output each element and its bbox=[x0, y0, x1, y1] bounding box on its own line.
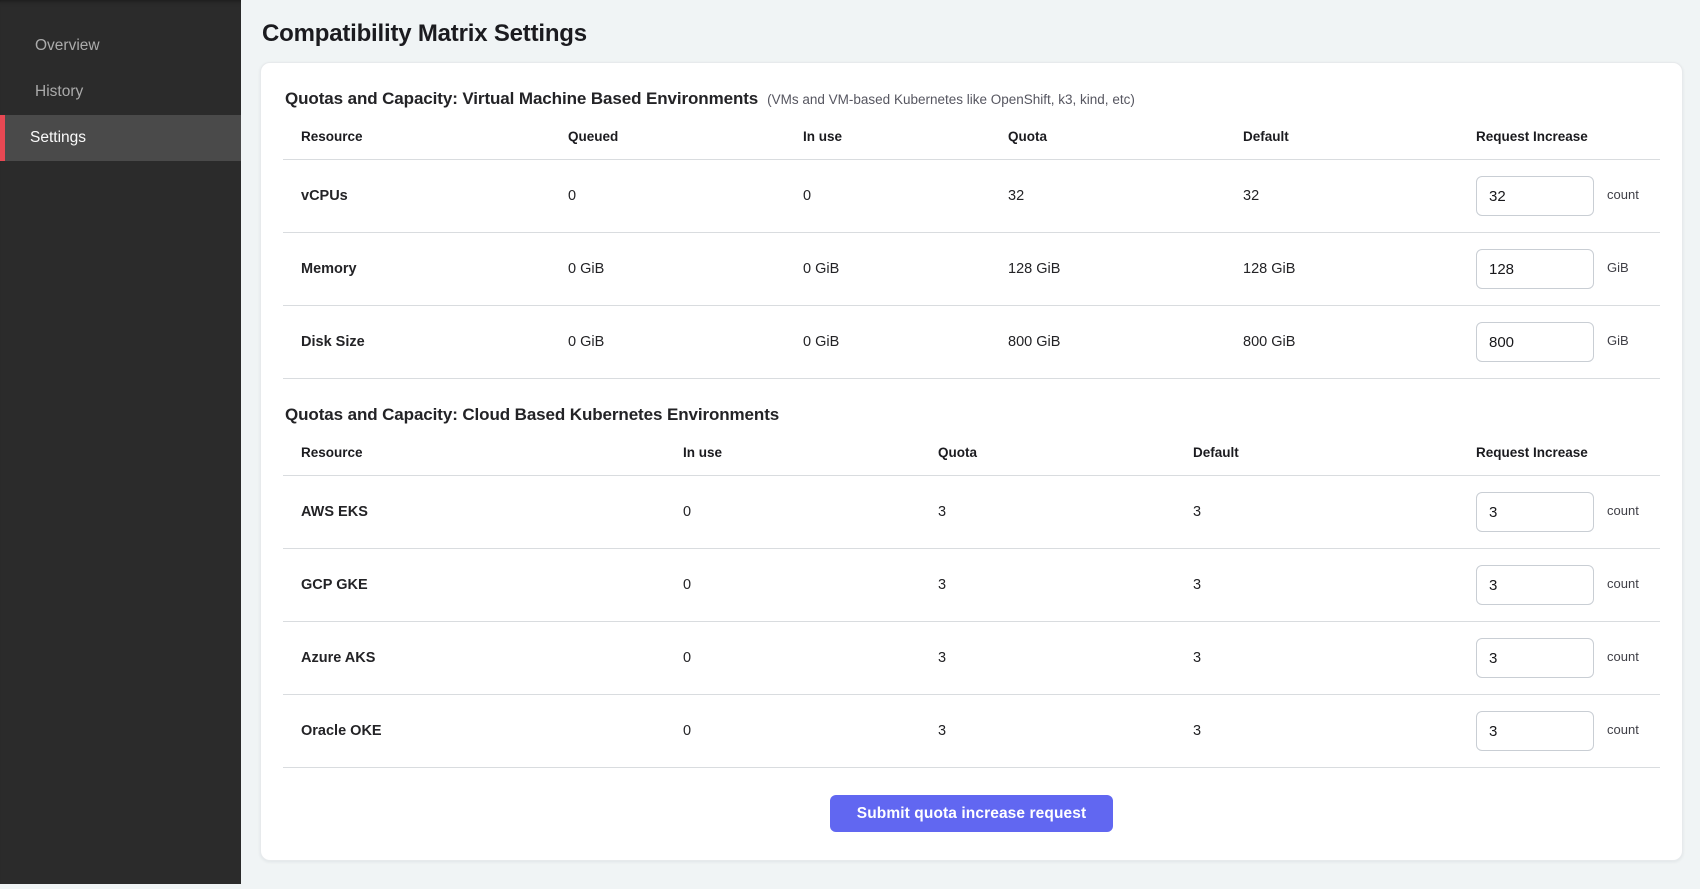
vm-section-title: Quotas and Capacity: Virtual Machine Bas… bbox=[285, 89, 758, 109]
resource-name: vCPUs bbox=[283, 188, 550, 204]
unit-label: count bbox=[1607, 722, 1639, 737]
request-increase-cell: count bbox=[1458, 565, 1660, 605]
table-header-row: Resource Queued In use Quota Default Req… bbox=[283, 123, 1660, 160]
quota-value: 3 bbox=[920, 723, 1175, 739]
unit-label: count bbox=[1607, 187, 1639, 202]
in-use-value: 0 GiB bbox=[785, 334, 990, 350]
request-increase-input-disk-size[interactable] bbox=[1476, 322, 1594, 362]
column-header-request-increase: Request Increase bbox=[1458, 129, 1660, 144]
table-row-memory: Memory 0 GiB 0 GiB 128 GiB 128 GiB GiB bbox=[283, 233, 1660, 306]
quota-value: 800 GiB bbox=[990, 334, 1225, 350]
column-header-request-increase: Request Increase bbox=[1458, 445, 1660, 460]
unit-label: count bbox=[1607, 503, 1639, 518]
column-header-resource: Resource bbox=[283, 129, 550, 144]
column-header-resource: Resource bbox=[283, 445, 665, 460]
resource-name: Disk Size bbox=[283, 334, 550, 350]
table-row-disk-size: Disk Size 0 GiB 0 GiB 800 GiB 800 GiB Gi… bbox=[283, 306, 1660, 379]
cloud-section-heading: Quotas and Capacity: Cloud Based Kuberne… bbox=[285, 405, 1660, 425]
request-increase-input-vcpus[interactable] bbox=[1476, 176, 1594, 216]
request-increase-input-gcp-gke[interactable] bbox=[1476, 565, 1594, 605]
quota-value: 3 bbox=[920, 504, 1175, 520]
resource-name: Oracle OKE bbox=[283, 723, 665, 739]
default-value: 800 GiB bbox=[1225, 334, 1458, 350]
column-header-quota: Quota bbox=[920, 445, 1175, 460]
sidebar-item-history[interactable]: History bbox=[0, 69, 241, 115]
request-increase-cell: count bbox=[1458, 711, 1660, 751]
default-value: 3 bbox=[1175, 723, 1458, 739]
table-row-vcpus: vCPUs 0 0 32 32 count bbox=[283, 160, 1660, 233]
in-use-value: 0 bbox=[665, 577, 920, 593]
table-row-gcp-gke: GCP GKE 0 3 3 count bbox=[283, 549, 1660, 622]
sidebar-item-label: Settings bbox=[30, 129, 86, 147]
column-header-in-use: In use bbox=[785, 129, 990, 144]
queued-value: 0 GiB bbox=[550, 334, 785, 350]
quota-value: 3 bbox=[920, 577, 1175, 593]
default-value: 32 bbox=[1225, 188, 1458, 204]
page-title: Compatibility Matrix Settings bbox=[262, 20, 1700, 48]
default-value: 3 bbox=[1175, 504, 1458, 520]
table-row-azure-aks: Azure AKS 0 3 3 count bbox=[283, 622, 1660, 695]
default-value: 128 GiB bbox=[1225, 261, 1458, 277]
resource-name: Azure AKS bbox=[283, 650, 665, 666]
unit-label: GiB bbox=[1607, 260, 1629, 275]
table-row-oracle-oke: Oracle OKE 0 3 3 count bbox=[283, 695, 1660, 768]
resource-name: AWS EKS bbox=[283, 504, 665, 520]
vm-quota-table: Resource Queued In use Quota Default Req… bbox=[283, 123, 1660, 379]
queued-value: 0 GiB bbox=[550, 261, 785, 277]
sidebar-item-label: Overview bbox=[35, 37, 100, 55]
request-increase-cell: GiB bbox=[1458, 322, 1660, 362]
vm-section-subtitle: (VMs and VM-based Kubernetes like OpenSh… bbox=[767, 92, 1135, 107]
column-header-quota: Quota bbox=[990, 129, 1225, 144]
in-use-value: 0 bbox=[785, 188, 990, 204]
submit-area: Submit quota increase request bbox=[283, 768, 1660, 842]
cloud-section-title: Quotas and Capacity: Cloud Based Kuberne… bbox=[285, 405, 779, 425]
resource-name: Memory bbox=[283, 261, 550, 277]
column-header-default: Default bbox=[1175, 445, 1458, 460]
cloud-quota-table: Resource In use Quota Default Request In… bbox=[283, 439, 1660, 768]
default-value: 3 bbox=[1175, 650, 1458, 666]
request-increase-input-azure-aks[interactable] bbox=[1476, 638, 1594, 678]
request-increase-cell: GiB bbox=[1458, 249, 1660, 289]
request-increase-input-aws-eks[interactable] bbox=[1476, 492, 1594, 532]
request-increase-cell: count bbox=[1458, 176, 1660, 216]
table-row-aws-eks: AWS EKS 0 3 3 count bbox=[283, 476, 1660, 549]
request-increase-cell: count bbox=[1458, 492, 1660, 532]
app-window: Overview History Settings Compatibility … bbox=[0, 0, 1700, 889]
in-use-value: 0 bbox=[665, 650, 920, 666]
sidebar-item-settings[interactable]: Settings bbox=[0, 115, 241, 161]
unit-label: GiB bbox=[1607, 333, 1629, 348]
in-use-value: 0 bbox=[665, 504, 920, 520]
quota-value: 32 bbox=[990, 188, 1225, 204]
table-header-row: Resource In use Quota Default Request In… bbox=[283, 439, 1660, 476]
resource-name: GCP GKE bbox=[283, 577, 665, 593]
submit-quota-increase-button[interactable]: Submit quota increase request bbox=[830, 795, 1113, 832]
quotas-card: Quotas and Capacity: Virtual Machine Bas… bbox=[260, 62, 1683, 861]
request-increase-cell: count bbox=[1458, 638, 1660, 678]
quota-value: 3 bbox=[920, 650, 1175, 666]
column-header-queued: Queued bbox=[550, 129, 785, 144]
request-increase-input-memory[interactable] bbox=[1476, 249, 1594, 289]
unit-label: count bbox=[1607, 649, 1639, 664]
queued-value: 0 bbox=[550, 188, 785, 204]
sidebar-item-overview[interactable]: Overview bbox=[0, 23, 241, 69]
in-use-value: 0 bbox=[665, 723, 920, 739]
request-increase-input-oracle-oke[interactable] bbox=[1476, 711, 1594, 751]
default-value: 3 bbox=[1175, 577, 1458, 593]
sidebar: Overview History Settings bbox=[0, 0, 241, 884]
main-content: Compatibility Matrix Settings Quotas and… bbox=[241, 0, 1700, 889]
quota-value: 128 GiB bbox=[990, 261, 1225, 277]
in-use-value: 0 GiB bbox=[785, 261, 990, 277]
sidebar-nav: Overview History Settings bbox=[0, 23, 241, 161]
vm-section-heading: Quotas and Capacity: Virtual Machine Bas… bbox=[285, 89, 1660, 109]
column-header-in-use: In use bbox=[665, 445, 920, 460]
unit-label: count bbox=[1607, 576, 1639, 591]
column-header-default: Default bbox=[1225, 129, 1458, 144]
sidebar-item-label: History bbox=[35, 83, 83, 101]
